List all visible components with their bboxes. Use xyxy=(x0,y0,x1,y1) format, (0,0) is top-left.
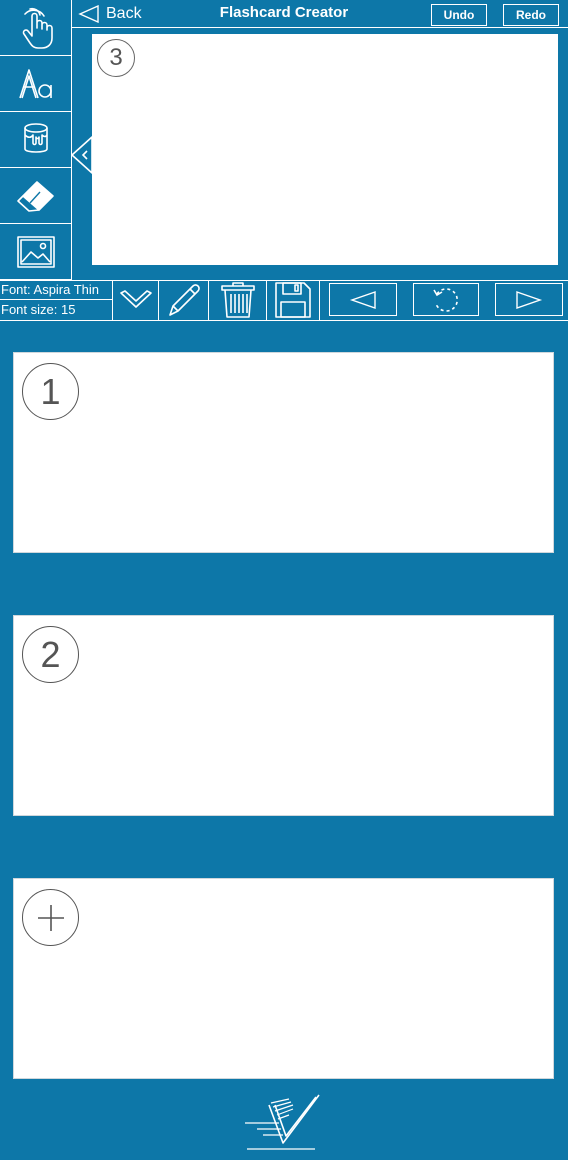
previous-icon xyxy=(349,290,376,309)
tool-touch-button[interactable] xyxy=(0,0,72,56)
save-icon xyxy=(275,282,311,318)
rotate-icon xyxy=(433,287,458,312)
back-button[interactable]: Back xyxy=(78,2,142,26)
card-number-badge: 2 xyxy=(22,626,79,683)
pencil-button[interactable] xyxy=(159,280,209,320)
back-label: Back xyxy=(106,5,142,22)
redo-button[interactable]: Redo xyxy=(503,4,559,26)
chevron-down-icon xyxy=(119,290,152,308)
paint-bucket-icon xyxy=(24,122,48,153)
trash-icon xyxy=(220,282,255,318)
eraser-icon xyxy=(17,180,54,212)
plus-icon xyxy=(37,904,64,931)
font-dropdown-button[interactable] xyxy=(113,280,159,320)
delete-button[interactable] xyxy=(209,280,267,320)
app-logo xyxy=(245,1094,320,1150)
card-preview-canvas[interactable]: 3 xyxy=(92,34,558,265)
collapse-panel-tab[interactable] xyxy=(72,135,94,175)
font-info-panel[interactable]: Font: Aspira Thin Font size: 15 xyxy=(0,280,113,320)
font-size-label: Font size: 15 xyxy=(1,302,76,317)
font-name-label: Font: Aspira Thin xyxy=(0,280,112,300)
flashcard-2[interactable]: 2 xyxy=(13,615,554,816)
save-button[interactable] xyxy=(267,280,320,320)
previous-card-button[interactable] xyxy=(329,283,397,316)
tool-text-button[interactable] xyxy=(0,56,72,112)
flip-card-button[interactable] xyxy=(413,283,479,316)
next-icon xyxy=(516,290,543,309)
image-icon xyxy=(17,235,55,268)
tool-fill-button[interactable] xyxy=(0,112,72,168)
preview-card-number: 3 xyxy=(97,39,135,77)
add-card-button[interactable] xyxy=(13,878,554,1079)
tool-eraser-button[interactable] xyxy=(0,168,72,224)
hand-pointer-icon xyxy=(22,7,53,49)
flashcard-1[interactable]: 1 xyxy=(13,352,554,553)
add-card-badge xyxy=(22,889,79,946)
back-arrow-icon xyxy=(78,5,99,23)
undo-button[interactable]: Undo xyxy=(431,4,487,26)
card-number-badge: 1 xyxy=(22,363,79,420)
text-font-icon xyxy=(19,68,52,98)
tool-image-button[interactable] xyxy=(0,224,72,280)
next-card-button[interactable] xyxy=(495,283,563,316)
pencil-icon xyxy=(168,284,200,316)
page-title: Flashcard Creator xyxy=(219,4,349,21)
